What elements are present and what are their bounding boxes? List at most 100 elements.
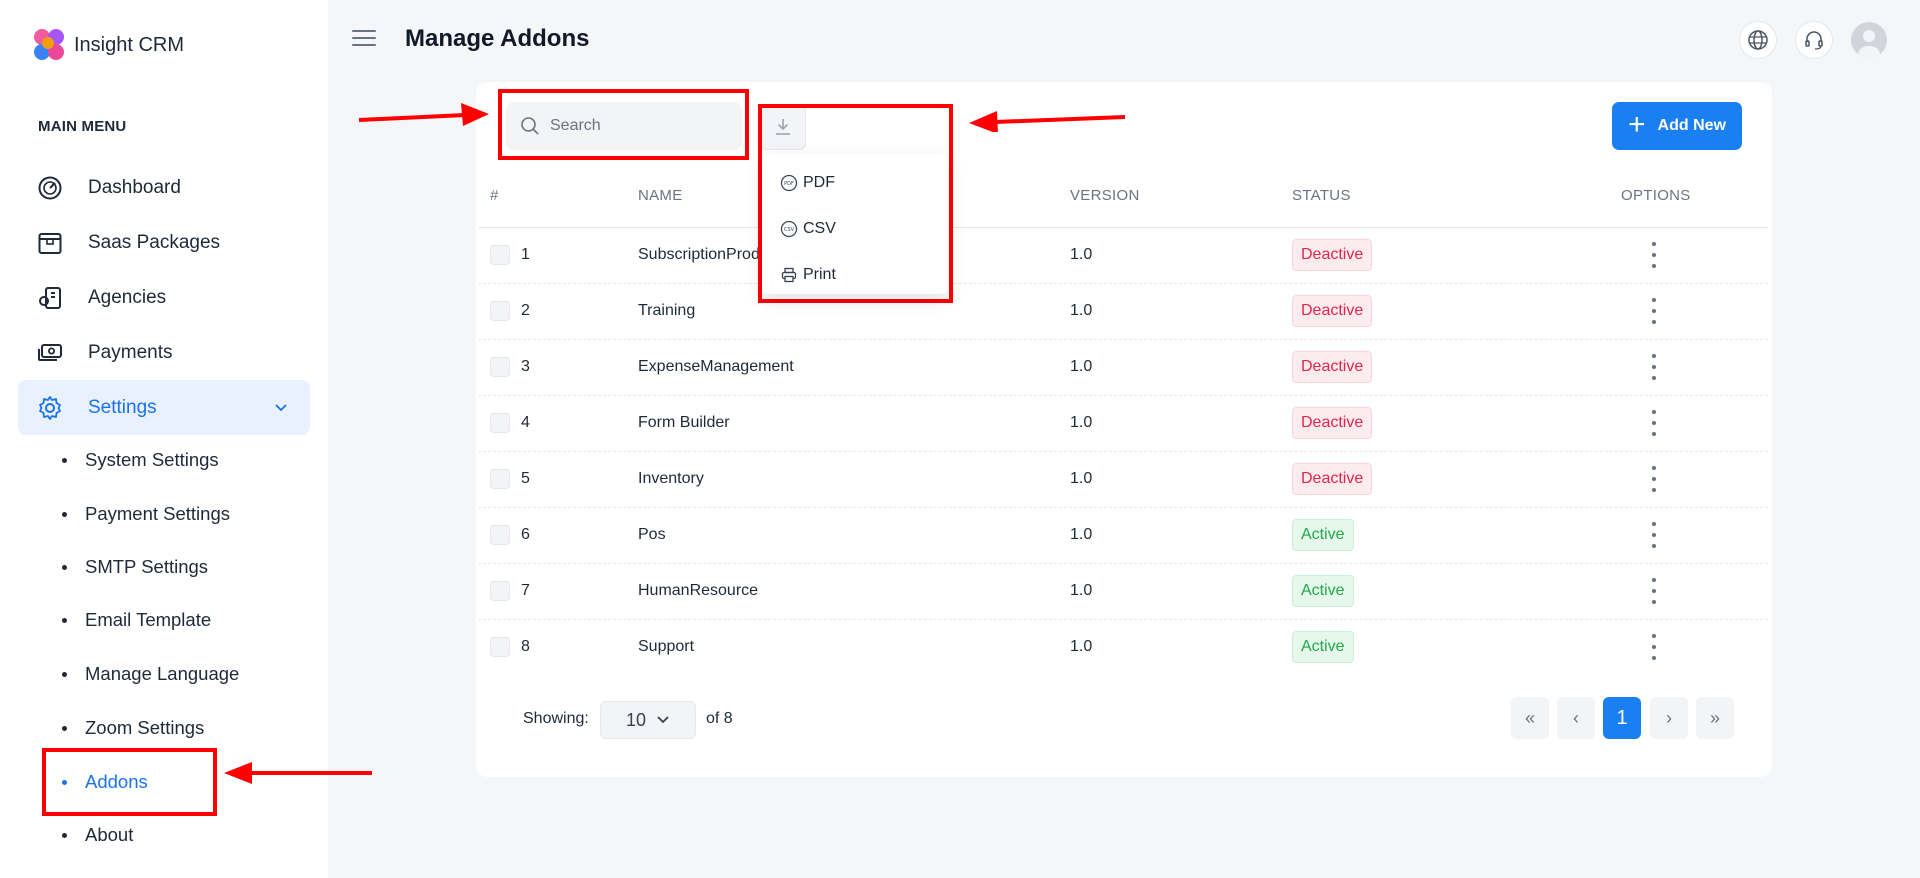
support-headset-button[interactable] [1795,21,1833,59]
pagination-first-button[interactable]: « [1511,697,1549,739]
subitem-label: Payment Settings [85,503,230,524]
row-version: 1.0 [1070,414,1093,431]
pagination-page-1[interactable]: 1 [1603,697,1641,739]
add-new-button[interactable]: + Add New [1612,102,1742,150]
row-version: 1.0 [1070,582,1093,599]
sidebar-item-label: Dashboard [88,176,181,198]
sidebar-subitem-manage-language[interactable]: Manage Language [62,659,302,689]
status-badge[interactable]: Deactive [1292,463,1373,495]
row-checkbox[interactable] [490,357,510,377]
pagination-prev-button[interactable]: ‹ [1557,697,1595,739]
sidebar-item-label: Payments [88,341,173,363]
row-version: 1.0 [1070,526,1093,543]
row-checkbox[interactable] [490,469,510,489]
sidebar-item-payments[interactable]: Payments [18,325,310,380]
pagination-next-button[interactable]: › [1650,697,1688,739]
export-pdf-label: PDF [803,174,835,191]
row-checkbox[interactable] [490,637,510,657]
row-name: Pos [638,526,666,543]
status-badge[interactable]: Deactive [1292,239,1373,271]
status-badge[interactable]: Deactive [1292,351,1373,383]
row-options-kebab-icon[interactable] [1651,242,1657,268]
avatar[interactable] [1851,22,1887,58]
brand[interactable]: Insight CRM [30,27,184,63]
annotation-arrow-export [969,111,1126,132]
row-options-kebab-icon[interactable] [1651,634,1657,660]
per-page-value: 10 [625,709,647,730]
per-page-select[interactable]: 10 [600,701,696,739]
status-badge[interactable]: Active [1292,575,1354,607]
chevron-down-icon[interactable] [274,397,288,419]
sidebar-subitem-about[interactable]: About [62,820,302,850]
dashboard-gauge-icon [36,174,64,202]
annotation-box-search [498,89,749,160]
row-id: 3 [521,358,530,375]
table-row: 2 Training 1.0 Deactive [478,284,1768,340]
subitem-label: Manage Language [85,663,240,684]
sidebar-subitem-smtp-settings[interactable]: SMTP Settings [62,552,302,582]
add-new-label: Add New [1657,117,1726,134]
bullet [62,511,67,517]
sidebar-subitem-email-template[interactable]: Email Template [62,605,302,635]
sidebar-item-saas-packages[interactable]: Saas Packages [18,215,310,270]
payments-cash-icon [36,339,64,367]
table-row: 1 SubscriptionProd 1.0 Deactive [478,228,1768,284]
sidebar-item-agencies[interactable]: Agencies [18,270,310,325]
row-checkbox[interactable] [490,301,510,321]
sidebar-item-label: Saas Packages [88,231,221,253]
sidebar-subitem-system-settings[interactable]: System Settings [62,445,302,475]
user-avatar-icon [1858,30,1880,58]
row-checkbox[interactable] [490,413,510,433]
row-name: Support [638,638,695,655]
status-badge[interactable]: Deactive [1292,295,1373,327]
sidebar-item-settings[interactable]: Settings [18,380,310,435]
status-badge[interactable]: Active [1292,519,1354,551]
row-version: 1.0 [1070,302,1093,319]
subitem-label: Zoom Settings [85,717,205,738]
pagination-last-button[interactable]: » [1696,697,1734,739]
row-id: 1 [521,246,530,263]
sidebar-subitem-zoom-settings[interactable]: Zoom Settings [62,713,302,743]
export-print-item[interactable]: Print [780,266,836,284]
status-badge[interactable]: Active [1292,631,1354,663]
annotation-arrow-addons [224,762,372,784]
row-options-kebab-icon[interactable] [1651,298,1657,324]
row-options-kebab-icon[interactable] [1651,410,1657,436]
bullet [62,617,67,623]
bullet [62,457,67,463]
row-options-kebab-icon[interactable] [1651,354,1657,380]
sidebar-subitem-payment-settings[interactable]: Payment Settings [62,499,302,529]
hamburger-menu-icon[interactable] [352,30,376,50]
export-dropdown-menu: PDF PDF CSV CSV Print [762,154,948,294]
row-name: Form Builder [638,414,730,431]
row-options-kebab-icon[interactable] [1651,466,1657,492]
export-pdf-item[interactable]: PDF PDF [780,174,835,192]
row-id: 5 [521,470,530,487]
export-csv-item[interactable]: CSV CSV [780,220,836,238]
row-options-kebab-icon[interactable] [1651,578,1657,604]
showing-label: Showing: [523,710,589,727]
status-badge[interactable]: Deactive [1292,407,1373,439]
printer-icon [781,267,797,283]
row-options-kebab-icon[interactable] [1651,522,1657,548]
plus-icon: + [1628,107,1646,141]
subitem-label: SMTP Settings [85,556,209,577]
language-globe-button[interactable] [1739,21,1777,59]
row-name: Inventory [638,470,704,487]
row-checkbox[interactable] [490,525,510,545]
column-header-status[interactable]: STATUS [1292,187,1351,204]
row-checkbox[interactable] [490,245,510,265]
export-print-label: Print [803,266,836,283]
column-header-version[interactable]: VERSION [1070,187,1140,204]
column-header-number: # [490,187,499,204]
sidebar-item-dashboard[interactable]: Dashboard [18,160,310,215]
brand-logo-icon [30,27,68,63]
row-name: ExpenseManagement [638,358,794,375]
sidebar-item-label: Agencies [88,286,167,308]
agencies-building-icon [36,284,64,312]
bullet [62,564,67,570]
row-checkbox[interactable] [490,581,510,601]
bullet [62,832,67,838]
column-header-name[interactable]: NAME [638,187,683,204]
row-version: 1.0 [1070,246,1093,263]
